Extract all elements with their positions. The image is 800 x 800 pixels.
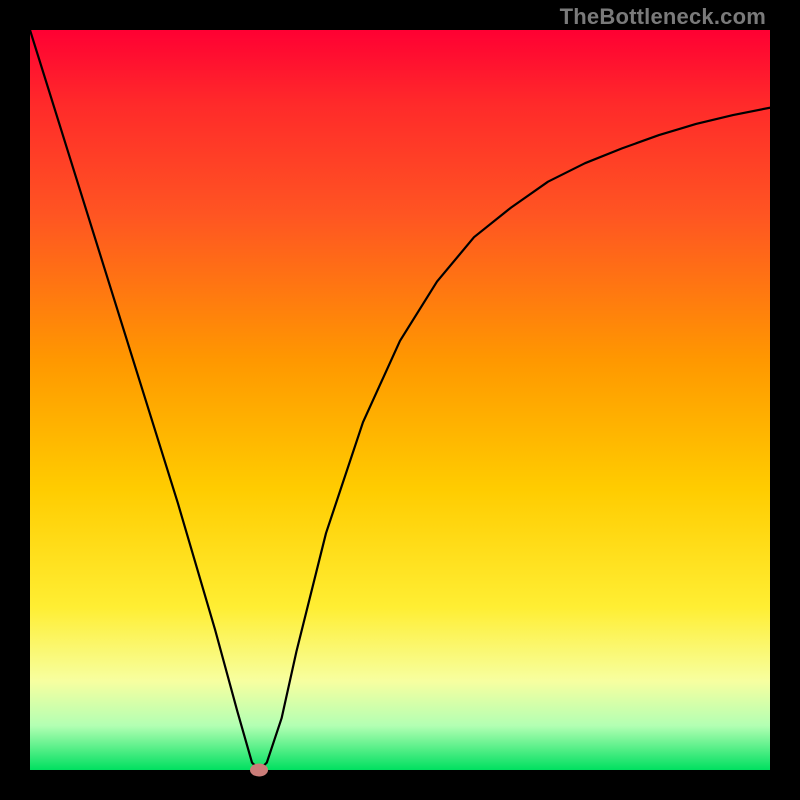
bottleneck-curve <box>30 30 770 770</box>
watermark-text: TheBottleneck.com <box>560 4 766 30</box>
minimum-marker <box>250 764 268 777</box>
chart-frame: TheBottleneck.com <box>0 0 800 800</box>
plot-area <box>30 30 770 770</box>
